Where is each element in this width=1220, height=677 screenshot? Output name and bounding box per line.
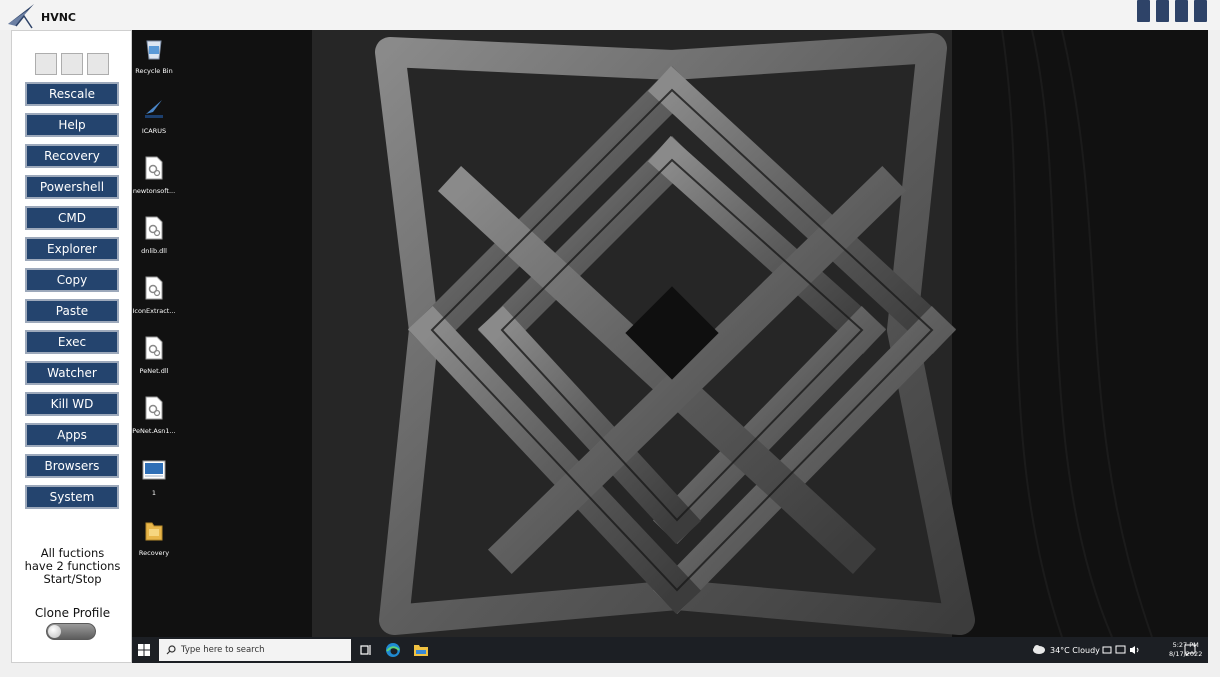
dll-file-icon <box>145 336 163 360</box>
window-control-button[interactable] <box>1194 0 1207 22</box>
browsers-button[interactable]: Browsers <box>25 454 119 478</box>
clone-profile-toggle[interactable] <box>46 623 96 640</box>
functions-note: All fuctions have 2 functions Start/Stop <box>12 547 133 586</box>
dll-file-icon <box>145 156 163 180</box>
desktop-icon-recycle-bin[interactable]: Recycle Bin <box>132 36 176 75</box>
explorer-button[interactable]: Explorer <box>25 237 119 261</box>
recycle-bin-icon <box>146 40 162 60</box>
file-explorer-icon[interactable] <box>413 642 429 658</box>
dll-file-icon <box>145 216 163 240</box>
task-view-icon[interactable] <box>358 642 374 658</box>
watcher-button[interactable]: Watcher <box>25 361 119 385</box>
desktop-icon-screenshot[interactable]: 1 <box>132 458 176 497</box>
search-placeholder: Type here to search <box>181 645 265 655</box>
control-sidebar: Rescale Help Recovery Powershell CMD Exp… <box>11 30 132 663</box>
desktop-icon-penet-asn1[interactable]: PeNet.Asn1... <box>132 396 176 435</box>
cmd-button[interactable]: CMD <box>25 206 119 230</box>
dll-file-icon <box>145 396 163 420</box>
windows-start-icon[interactable] <box>138 644 150 656</box>
mini-button[interactable] <box>61 53 83 75</box>
desktop-icon-label: PeNet.dll <box>139 367 169 375</box>
remote-desktop-view[interactable]: Recycle Bin ICARUS newtonsoft... dnlib.d… <box>132 30 1208 663</box>
windows-taskbar: Type here to search 34°C Cloudy 5:27 PM … <box>132 637 1208 663</box>
powershell-button[interactable]: Powershell <box>25 175 119 199</box>
copy-button[interactable]: Copy <box>25 268 119 292</box>
desktop-icon-icarus[interactable]: ICARUS <box>132 96 176 135</box>
window-control-button[interactable] <box>1137 0 1150 22</box>
desktop-icon-iconextract[interactable]: IconExtract... <box>132 276 176 315</box>
desktop-icon-label: dnlib.dll <box>141 247 167 255</box>
app-title: HVNC <box>41 11 76 24</box>
dll-file-icon <box>145 276 163 300</box>
celtic-knot-wallpaper <box>132 30 1208 637</box>
toggle-knob <box>48 625 61 638</box>
recovery-button[interactable]: Recovery <box>25 144 119 168</box>
system-button[interactable]: System <box>25 485 119 509</box>
apps-button[interactable]: Apps <box>25 423 119 447</box>
desktop-icon-label: Recovery <box>138 549 170 557</box>
desktop-icon-label: 1 <box>151 489 157 497</box>
desktop-icon-label: Recycle Bin <box>135 67 173 75</box>
paste-button[interactable]: Paste <box>25 299 119 323</box>
folder-icon <box>145 522 163 541</box>
desktop-icon-label: ICARUS <box>141 127 167 135</box>
mini-button[interactable] <box>35 53 57 75</box>
window-control-button[interactable] <box>1156 0 1169 22</box>
exec-button[interactable]: Exec <box>25 330 119 354</box>
system-tray-icons[interactable] <box>1102 645 1144 655</box>
window-bottom-strip <box>0 663 1220 677</box>
title-bar: HVNC <box>0 0 1220 30</box>
desktop-icon-label: PeNet.Asn1... <box>132 427 176 435</box>
desktop-icon-penet[interactable]: PeNet.dll <box>132 336 176 375</box>
search-icon <box>166 645 176 655</box>
help-button[interactable]: Help <box>25 113 119 137</box>
window-control-button[interactable] <box>1175 0 1188 22</box>
kill-wd-button[interactable]: Kill WD <box>25 392 119 416</box>
edge-browser-icon[interactable] <box>385 642 401 658</box>
rescale-button[interactable]: Rescale <box>25 82 119 106</box>
desktop-icon-dnlib[interactable]: dnlib.dll <box>132 216 176 255</box>
notification-center-icon[interactable] <box>1184 644 1196 656</box>
taskbar-search-box[interactable]: Type here to search <box>159 639 351 661</box>
desktop-icon-recovery-folder[interactable]: Recovery <box>132 518 176 557</box>
desktop-icon-newtonsoft[interactable]: newtonsoft... <box>132 156 176 195</box>
icarus-logo-icon <box>145 100 163 118</box>
weather-text[interactable]: 34°C Cloudy <box>1050 646 1100 655</box>
functions-note-line: Start/Stop <box>43 572 102 586</box>
hvnc-logo-icon <box>8 4 34 29</box>
desktop-icon-label: newtonsoft... <box>132 187 176 195</box>
screenshot-file-icon <box>142 460 166 480</box>
desktop-icon-label: IconExtract... <box>132 307 176 315</box>
cloudy-weather-icon <box>1033 645 1045 654</box>
clone-profile-label: Clone Profile <box>34 606 111 620</box>
mini-button[interactable] <box>87 53 109 75</box>
